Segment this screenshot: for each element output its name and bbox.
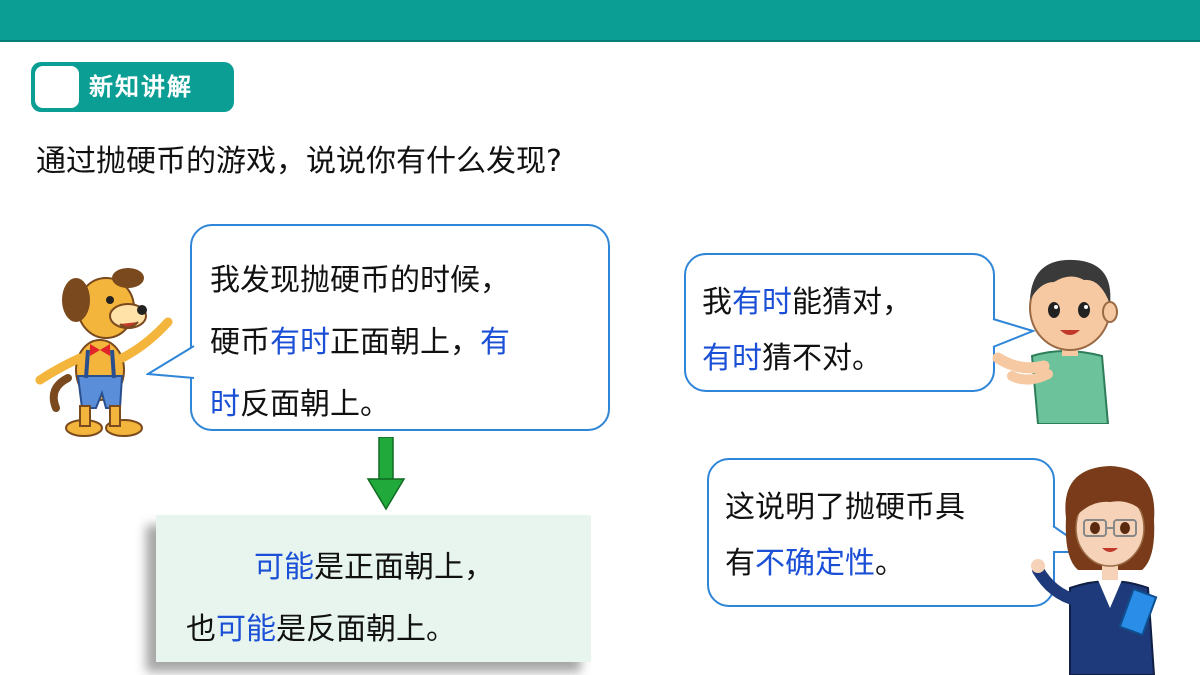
dog-bubble-highlight-2b: 有时 xyxy=(270,325,330,360)
boy-bubble-line-2: 有时猜不对。 xyxy=(702,331,977,387)
teacher-character-icon xyxy=(1031,466,1158,675)
dog-speech-bubble: 我发现抛硬币的时候， 硬币有时正面朝上，有 时反面朝上。 xyxy=(146,224,610,431)
section-badge: 新知讲解 xyxy=(31,62,234,112)
teacher-bubble-text-1: 这说明了抛硬币具 xyxy=(725,490,965,525)
boy-character-icon xyxy=(992,259,1118,424)
boy-speech-bubble: 我有时能猜对， 有时猜不对。 xyxy=(684,253,1035,392)
teacher-bubble-line-2: 有不确定性。 xyxy=(725,536,1037,592)
dog-bubble-line-1: 我发现抛硬币的时候， xyxy=(210,250,590,312)
boy-bubble-text-1a: 我 xyxy=(702,285,732,320)
conclusion-highlight-1: 可能 xyxy=(254,550,314,585)
boy-bubble-text-2b: 猜不对。 xyxy=(762,341,882,376)
boy-bubble-highlight-2: 有时 xyxy=(702,341,762,376)
teacher-bubble-text-2a: 有 xyxy=(725,546,755,581)
conclusion-text-1: 是正面朝上， xyxy=(314,550,494,585)
dog-bubble-highlight-2d: 有 xyxy=(480,325,510,360)
dog-bubble-text-3b: 反面朝上。 xyxy=(240,387,390,422)
boy-bubble-line-1: 我有时能猜对， xyxy=(702,275,977,331)
teacher-bubble-text-2c: 。 xyxy=(875,546,905,581)
dog-bubble-text-1: 我发现抛硬币的时候， xyxy=(210,263,510,298)
dog-bubble-highlight-3a: 时 xyxy=(210,387,240,422)
down-arrow-icon xyxy=(366,437,406,511)
conclusion-box: 可能是正面朝上， 也可能是反面朝上。 xyxy=(156,515,591,662)
boy-bubble-text-1c: 能猜对， xyxy=(792,285,912,320)
question-text: 通过抛硬币的游戏，说说你有什么发现? xyxy=(36,144,562,179)
dog-bubble-text-2c: 正面朝上， xyxy=(330,325,480,360)
teacher-bubble-highlight-2: 不确定性 xyxy=(755,546,875,581)
conclusion-line-1: 可能是正面朝上， xyxy=(156,537,591,599)
dog-bubble-line-3: 时反面朝上。 xyxy=(210,374,590,436)
dog-bubble-line-2: 硬币有时正面朝上，有 xyxy=(210,312,590,374)
conclusion-text-2a: 也 xyxy=(186,612,216,647)
top-bar xyxy=(0,0,1200,42)
conclusion-line-2: 也可能是反面朝上。 xyxy=(156,599,591,661)
conclusion-highlight-2: 可能 xyxy=(216,612,276,647)
section-title: 新知讲解 xyxy=(89,73,193,101)
teacher-speech-bubble: 这说明了抛硬币具 有不确定性。 xyxy=(707,458,1095,607)
dog-bubble-text-2a: 硬币 xyxy=(210,325,270,360)
badge-square-icon xyxy=(35,66,79,108)
boy-bubble-highlight-1: 有时 xyxy=(732,285,792,320)
conclusion-text-2c: 是反面朝上。 xyxy=(276,612,456,647)
teacher-bubble-line-1: 这说明了抛硬币具 xyxy=(725,480,1037,536)
